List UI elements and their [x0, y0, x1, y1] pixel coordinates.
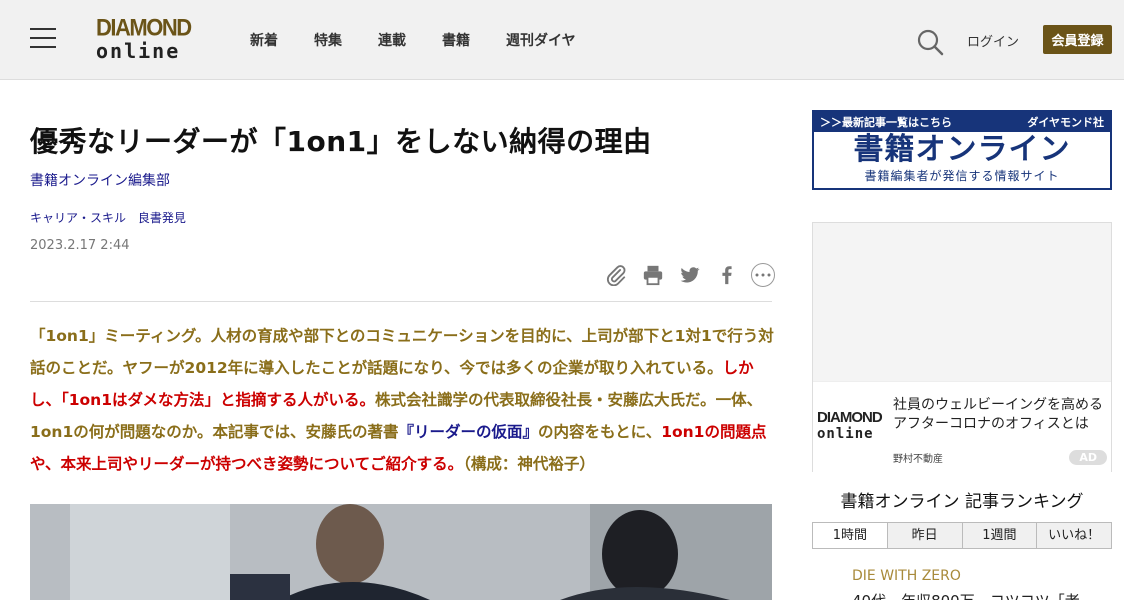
more-icon[interactable] — [751, 263, 775, 287]
tab-1hour[interactable]: 1時間 — [813, 523, 888, 548]
nav-books[interactable]: 書籍 — [442, 30, 470, 50]
ranking-title: 書籍オンライン 記事ランキング — [840, 492, 1084, 512]
ad-headline[interactable]: 社員のウェルビーイングを高めるアフターコロナのオフィスとは — [893, 396, 1107, 434]
ad-badge: AD — [1069, 450, 1107, 465]
ad-logo: DIAMOND online — [817, 409, 883, 443]
article-date: 2023.2.17 2:44 — [30, 238, 130, 253]
article-photo — [30, 504, 772, 600]
search-icon[interactable] — [916, 28, 944, 56]
book-link[interactable]: 『リーダーの仮面』 — [398, 423, 538, 441]
nav-new[interactable]: 新着 — [250, 30, 278, 50]
menu-icon[interactable] — [30, 28, 56, 50]
facebook-icon[interactable] — [714, 262, 740, 288]
twitter-icon[interactable] — [677, 262, 703, 288]
share-bar — [592, 262, 775, 288]
sidebar-ad[interactable]: DIAMOND online 社員のウェルビーイングを高めるアフターコロナのオフ… — [812, 222, 1112, 472]
article-lead: 「1on1」ミーティング。人材の育成や部下とのコミュニケーションを目的に、上司が… — [30, 327, 774, 473]
ranking-category: DIE WITH ZERO — [852, 568, 961, 584]
main-nav: 新着 特集 連載 書籍 週刊ダイヤ — [250, 30, 612, 50]
tag-career-skill[interactable]: キャリア・スキル — [30, 211, 126, 225]
article-title: 優秀なリーダーが「1on1」をしない納得の理由 — [30, 125, 652, 158]
article-tags: キャリア・スキル 良書発見 — [30, 209, 194, 226]
nav-features[interactable]: 特集 — [314, 30, 342, 50]
tab-1week[interactable]: 1週間 — [962, 523, 1038, 548]
site-header: DIAMOND online 新着 特集 連載 書籍 週刊ダイヤ ログイン 会員… — [0, 0, 1124, 80]
ad-sponsor: 野村不動産 — [893, 454, 943, 465]
divider — [30, 301, 772, 302]
clip-icon[interactable] — [603, 262, 629, 288]
tab-likes[interactable]: いいね！ — [1037, 523, 1111, 548]
register-button[interactable]: 会員登録 — [1043, 25, 1112, 54]
tag-good-book[interactable]: 良書発見 — [138, 211, 186, 225]
site-logo[interactable]: DIAMOND online — [96, 14, 198, 64]
print-icon[interactable] — [640, 262, 666, 288]
nav-weekly-diamond[interactable]: 週刊ダイヤ — [506, 30, 576, 50]
nav-series[interactable]: 連載 — [378, 30, 406, 50]
ranking-tabs: 1時間 昨日 1週間 いいね！ — [812, 522, 1112, 549]
book-online-banner[interactable]: ＞＞最新記事一覧はこちら ダイヤモンド社 書籍オンライン 書籍編集者が発信する情… — [812, 110, 1112, 190]
ranking-item[interactable]: 40代、年収800万、コツコツ「老 — [852, 590, 1080, 600]
article-author[interactable]: 書籍オンライン編集部 — [30, 170, 170, 190]
login-link[interactable]: ログイン — [967, 31, 1019, 50]
tab-yesterday[interactable]: 昨日 — [887, 523, 963, 548]
